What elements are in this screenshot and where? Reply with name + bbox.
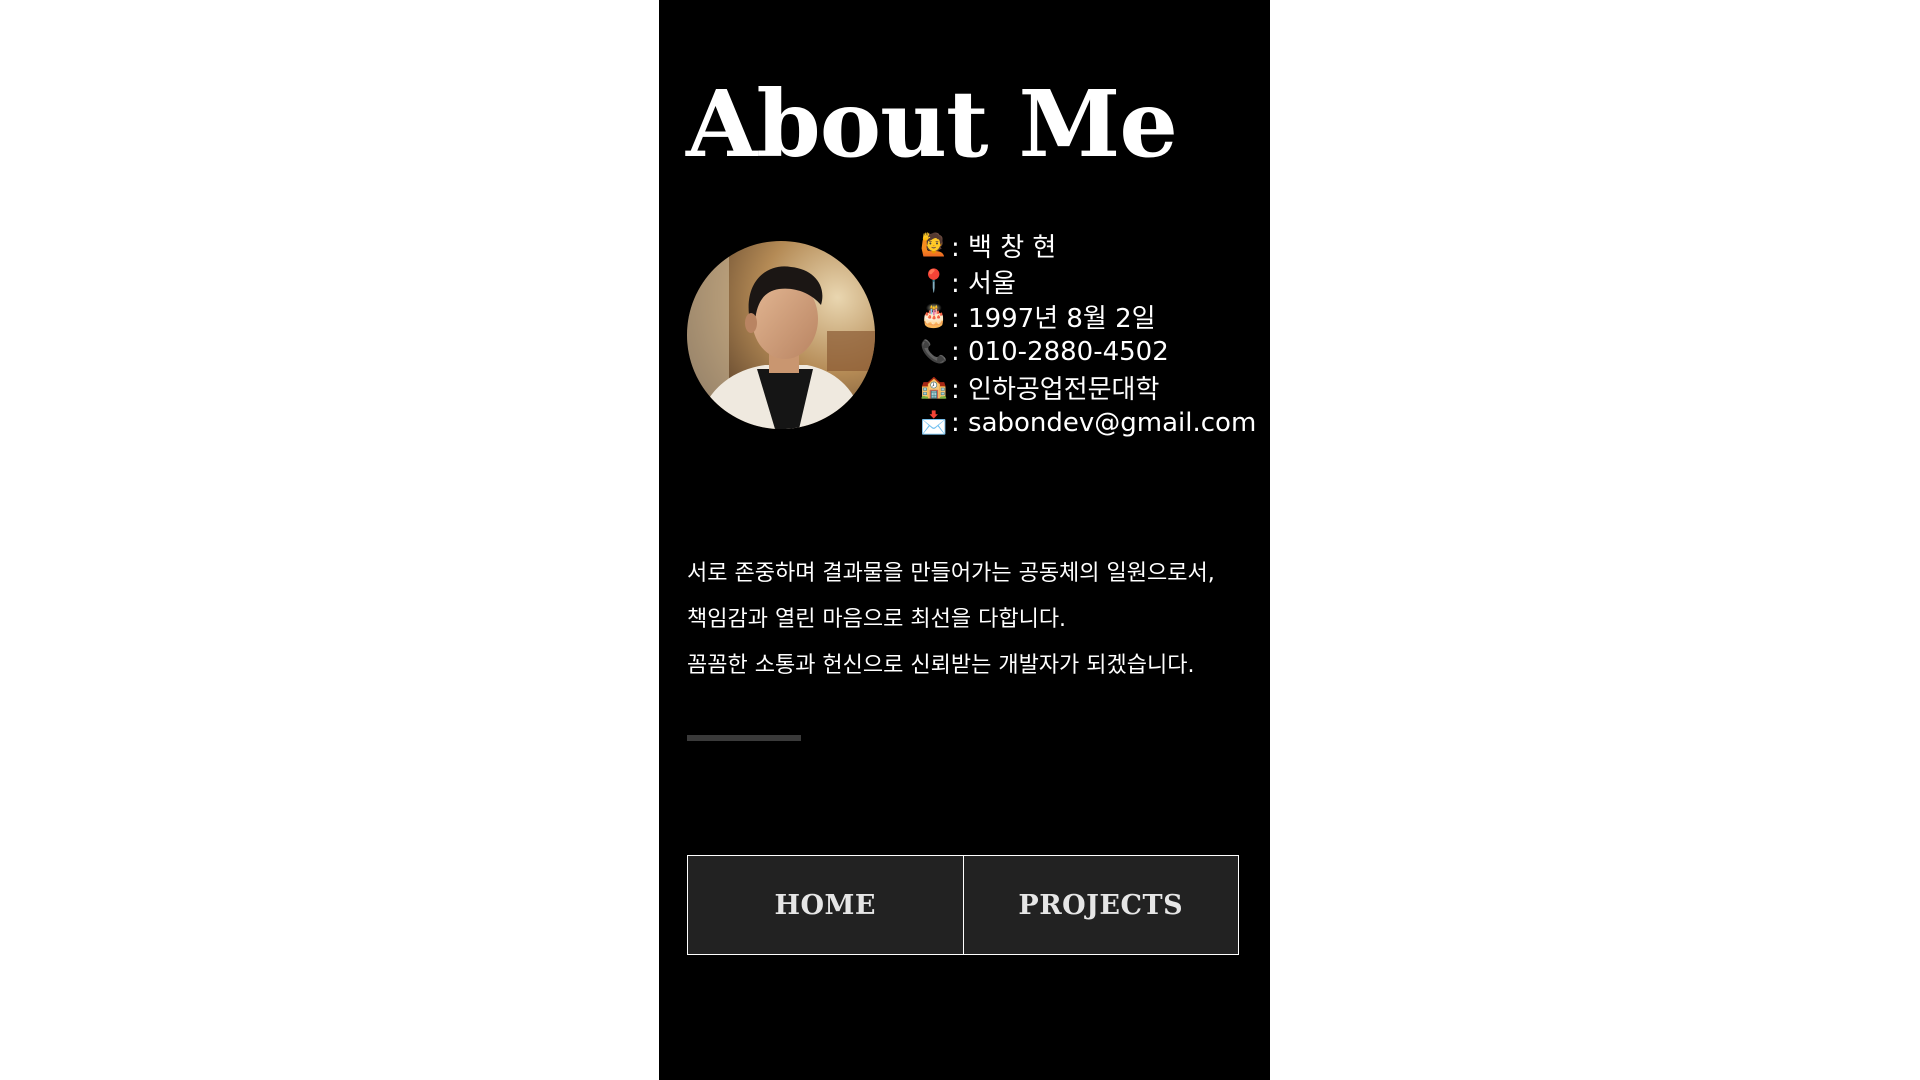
navigation-buttons: HOME PROJECTS — [687, 855, 1239, 955]
section-divider — [687, 735, 801, 741]
profile-location: 📍 : 서울 — [919, 264, 1256, 300]
profile-info-list: 🙋 : 백 창 현 📍 : 서울 🎂 : 1997년 8월 2일 📞 : 010… — [919, 228, 1256, 441]
about-panel: About Me 🙋: 백 창 현 📍: 서울 🎂: 1997년 8월 2… — [659, 0, 1270, 1080]
profile-location-value: : 서울 — [951, 268, 1016, 299]
telephone-icon: 📞 — [920, 339, 948, 365]
profile-email-value: : sabondev@gmail.com — [951, 408, 1257, 439]
profile-name-value: : 백 창 현 — [951, 233, 1057, 264]
projects-button[interactable]: PROJECTS — [962, 856, 1239, 954]
profile-photo — [687, 241, 875, 429]
birthday-cake-icon: 🎂 — [920, 304, 948, 330]
school-icon: 🏫 — [920, 375, 948, 401]
home-button[interactable]: HOME — [688, 856, 963, 954]
page-title: About Me — [686, 70, 1178, 178]
page-background: About Me 🙋: 백 창 현 📍: 서울 🎂: 1997년 8월 2… — [0, 0, 1920, 1080]
avatar — [687, 241, 875, 429]
pushpin-icon: 📍 — [920, 268, 948, 294]
bio-line: 책임감과 열린 마음으로 최선을 다합니다. — [687, 607, 1067, 632]
profile-phone: 📞 : 010-2880-4502 — [919, 335, 1256, 371]
profile-school: 🏫 : 인하공업전문대학 — [919, 370, 1256, 406]
profile-school-value: : 인하공업전문대학 — [951, 375, 1160, 406]
envelope-icon: 📩 — [920, 410, 948, 436]
bio-line: 꼼꼼한 소통과 헌신으로 신뢰받는 개발자가 되겠습니다. — [687, 653, 1195, 678]
profile-email: 📩 : sabondev@gmail.com — [919, 406, 1256, 442]
profile-name: 🙋 : 백 창 현 — [919, 228, 1256, 264]
bio-text: 서로 존중하며 결과물을 만들어가는 공동체의 일원으로서, 책임감과 열린 마… — [687, 556, 1257, 694]
bio-line: 서로 존중하며 결과물을 만들어가는 공동체의 일원으로서, — [687, 561, 1215, 586]
profile-birthday-value: : 1997년 8월 2일 — [951, 304, 1156, 335]
profile-birthday: 🎂 : 1997년 8월 2일 — [919, 299, 1256, 335]
person-raising-hand-icon: 🙋 — [920, 233, 948, 259]
profile-phone-value: : 010-2880-4502 — [951, 337, 1169, 368]
